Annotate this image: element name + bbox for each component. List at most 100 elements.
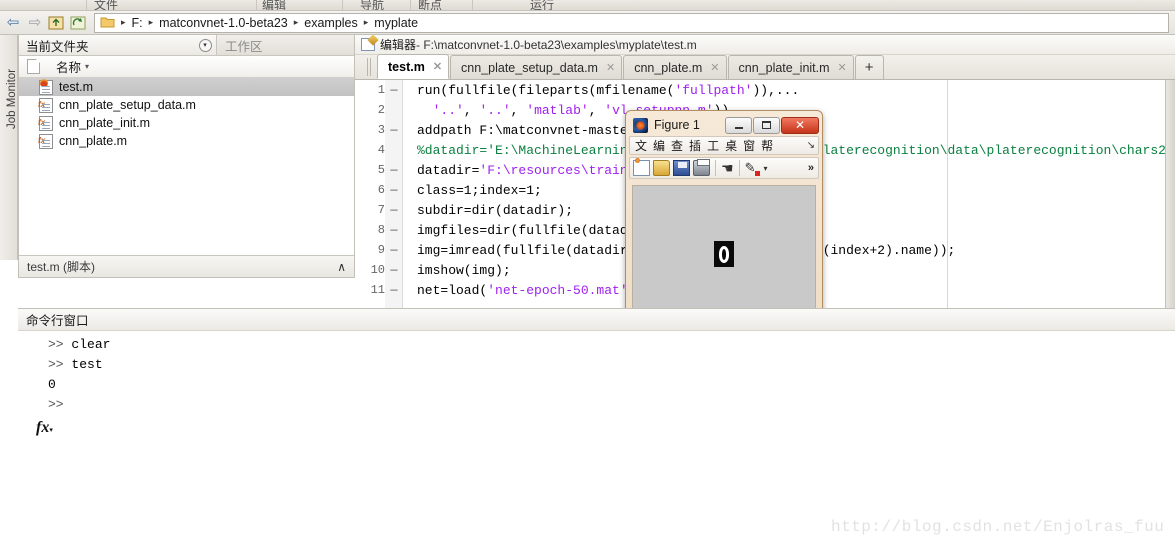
editor-icon bbox=[361, 38, 375, 51]
line-number: 9 bbox=[377, 243, 385, 257]
current-folder-header: 当前文件夹 ▾ 工作区 bbox=[19, 35, 354, 56]
figure-window[interactable]: Figure 1 ✕ 文 编 查 插 工 桌 窗 帮 ↘ ☚ ✎ ▾ » bbox=[625, 110, 823, 332]
editor-file-path: - F:\matconvnet-1.0-beta23\examples\mypl… bbox=[416, 37, 697, 52]
refresh-icon[interactable] bbox=[68, 14, 88, 32]
close-icon[interactable]: ✕ bbox=[606, 61, 615, 74]
figure-menu-help[interactable]: 帮 bbox=[758, 137, 776, 154]
arrow-left-icon[interactable]: ⇦ bbox=[4, 14, 22, 32]
fx-icon[interactable]: fx▾ bbox=[36, 419, 53, 437]
list-item[interactable]: fx cnn_plate_setup_data.m bbox=[19, 96, 354, 114]
editor-vertical-splitter[interactable] bbox=[1165, 80, 1175, 308]
matlab-logo-icon bbox=[633, 117, 648, 133]
close-icon[interactable]: ✕ bbox=[781, 116, 819, 134]
tab-label: test.m bbox=[388, 59, 425, 74]
print-figure-icon[interactable] bbox=[693, 159, 710, 176]
list-item[interactable]: test.m bbox=[19, 78, 354, 96]
arrow-right-icon[interactable]: ⇨ bbox=[26, 14, 44, 32]
figure-menu-desktop[interactable]: 桌 bbox=[722, 137, 740, 154]
breakpoint-marker[interactable]: — bbox=[385, 283, 403, 297]
pointer-icon[interactable]: ☚ bbox=[721, 161, 734, 175]
chevron-up-icon[interactable]: ∧ bbox=[337, 260, 346, 274]
breadcrumb-item-myplate[interactable]: myplate bbox=[372, 16, 420, 30]
file-type-icon bbox=[27, 59, 40, 74]
open-file-icon[interactable] bbox=[653, 160, 670, 176]
editor-title-bar: 编辑器 - F:\matconvnet-1.0-beta23\examples\… bbox=[355, 35, 1175, 55]
menu-item-breakpoints[interactable]: 断点 bbox=[418, 0, 442, 10]
close-icon[interactable]: ✕ bbox=[838, 61, 847, 74]
tab-workspace[interactable]: 工作区 bbox=[216, 35, 354, 55]
code-text: net=load('net-epoch-50.mat'); bbox=[417, 282, 643, 298]
figure-menu-view[interactable]: 查 bbox=[668, 137, 686, 154]
watermark-text: http://blog.csdn.net/Enjolras_fuu bbox=[831, 518, 1165, 536]
toolbar-overflow-icon[interactable]: » bbox=[808, 162, 815, 174]
breadcrumb[interactable]: ▸ F: ▸ matconvnet-1.0-beta23 ▸ examples … bbox=[94, 12, 1169, 33]
breadcrumb-item-examples[interactable]: examples bbox=[302, 16, 360, 30]
code-line: 1— run(fullfile(fileparts(mfilename('full… bbox=[355, 80, 1175, 100]
minimize-icon[interactable] bbox=[725, 116, 752, 134]
save-figure-icon[interactable] bbox=[673, 160, 690, 176]
menu-item-navigate[interactable]: 导航 bbox=[360, 0, 384, 10]
figure-menu-bar: 文 编 查 插 工 桌 窗 帮 ↘ bbox=[629, 136, 819, 155]
menu-item-run[interactable]: 运行 bbox=[530, 0, 554, 10]
figure-menu-file[interactable]: 文 bbox=[632, 137, 650, 154]
breakpoint-marker[interactable]: — bbox=[385, 243, 403, 257]
line-number: 4 bbox=[377, 143, 385, 157]
code-text: run(fullfile(fileparts(mfilename('fullpa… bbox=[417, 82, 800, 98]
figure-title-bar[interactable]: Figure 1 ✕ bbox=[629, 114, 819, 136]
chevron-down-icon[interactable]: ▾ bbox=[763, 164, 767, 173]
job-monitor-tab[interactable]: Job Monitor bbox=[0, 35, 18, 260]
tab-cnn-plate-m[interactable]: cnn_plate.m ✕ bbox=[623, 55, 727, 79]
command-window-output[interactable]: >> clear >> test 0 >> fx▾ bbox=[18, 331, 1175, 549]
tab-test-m[interactable]: test.m ✕ bbox=[377, 54, 450, 79]
code-text: imgfiles=dir(fullfile(datadir bbox=[417, 222, 644, 238]
breakpoint-marker[interactable]: — bbox=[385, 203, 403, 217]
figure-menu-window[interactable]: 窗 bbox=[740, 137, 758, 154]
matlab-function-icon: fx bbox=[38, 97, 53, 113]
folder-up-icon[interactable] bbox=[46, 14, 66, 32]
figure-title: Figure 1 bbox=[654, 118, 700, 132]
panel-options-button[interactable]: ▾ bbox=[194, 35, 216, 55]
active-prompt-line[interactable]: >> bbox=[18, 397, 1175, 417]
breadcrumb-sep: ▸ bbox=[121, 17, 126, 27]
tab-strip-grip[interactable] bbox=[367, 58, 373, 76]
tab-cnn-plate-init-m[interactable]: cnn_plate_init.m ✕ bbox=[727, 55, 854, 79]
tab-label: cnn_plate_setup_data.m bbox=[461, 60, 598, 75]
list-item[interactable]: fx cnn_plate_init.m bbox=[19, 114, 354, 132]
line-number: 1 bbox=[377, 83, 385, 97]
breakpoint-marker[interactable]: — bbox=[385, 123, 403, 137]
line-number: 6 bbox=[377, 183, 385, 197]
column-header-name[interactable]: 名称 bbox=[56, 57, 81, 76]
breadcrumb-sep: ▸ bbox=[293, 17, 299, 27]
new-figure-icon[interactable] bbox=[633, 158, 650, 176]
close-icon[interactable]: ✕ bbox=[433, 60, 442, 73]
breakpoint-marker[interactable]: — bbox=[385, 163, 403, 177]
menu-item-file[interactable]: 文件 bbox=[94, 0, 118, 10]
breadcrumb-item-drive[interactable]: F: bbox=[130, 16, 145, 30]
figure-menu-edit[interactable]: 编 bbox=[650, 137, 668, 154]
command-text: test bbox=[63, 357, 103, 372]
menu-overflow-icon[interactable]: ↘ bbox=[807, 140, 816, 151]
close-icon[interactable]: ✕ bbox=[710, 61, 719, 74]
plate-character-image bbox=[714, 241, 734, 267]
menu-item-edit[interactable]: 编辑 bbox=[262, 0, 286, 10]
breadcrumb-item-matconvnet[interactable]: matconvnet-1.0-beta23 bbox=[157, 16, 290, 30]
list-item[interactable]: fx cnn_plate.m bbox=[19, 132, 354, 150]
tab-label: cnn_plate_init.m bbox=[738, 60, 830, 75]
breakpoint-marker[interactable]: — bbox=[385, 83, 403, 97]
brush-icon[interactable]: ✎ bbox=[745, 160, 761, 176]
figure-menu-tools[interactable]: 工 bbox=[704, 137, 722, 154]
address-bar: ⇦ ⇨ ▸ F: ▸ matconvnet-1.0-beta23 ▸ examp… bbox=[0, 11, 1175, 35]
sort-descending-icon[interactable]: ▾ bbox=[85, 62, 89, 71]
menu-bar: 文件 编辑 导航 断点 运行 bbox=[0, 0, 1175, 11]
breakpoint-marker[interactable]: — bbox=[385, 223, 403, 237]
new-tab-button[interactable]: + bbox=[854, 55, 884, 79]
line-number: 10 bbox=[370, 263, 385, 277]
editor-title-label: 编辑器 bbox=[380, 38, 417, 52]
breakpoint-marker[interactable]: — bbox=[385, 263, 403, 277]
maximize-icon[interactable] bbox=[753, 116, 780, 134]
figure-canvas[interactable] bbox=[632, 185, 816, 323]
toolbar-separator bbox=[738, 160, 740, 176]
breakpoint-marker[interactable]: — bbox=[385, 183, 403, 197]
figure-menu-insert[interactable]: 插 bbox=[686, 137, 704, 154]
tab-cnn-plate-setup-data-m[interactable]: cnn_plate_setup_data.m ✕ bbox=[450, 55, 623, 79]
